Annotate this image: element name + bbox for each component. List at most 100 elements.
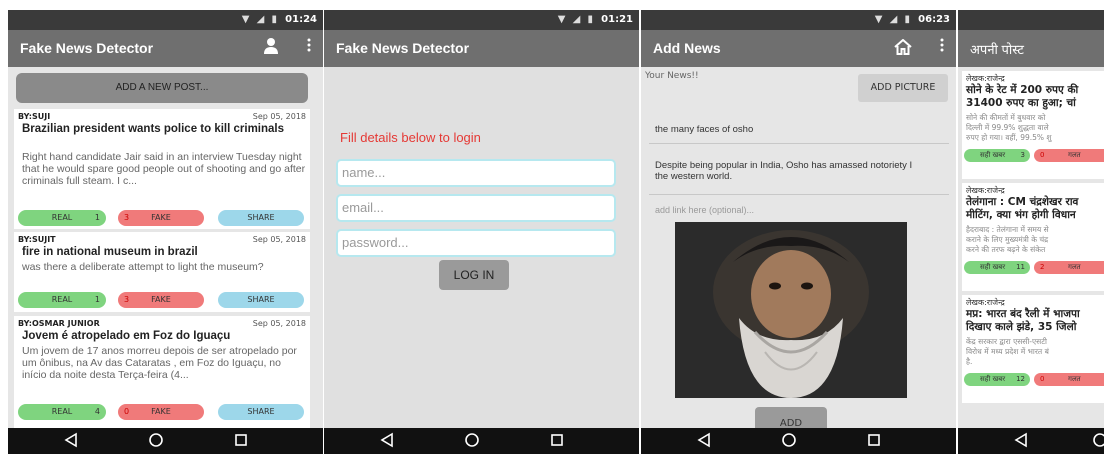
real-vote-button[interactable]: सही खबर 12 bbox=[964, 373, 1030, 386]
post-author: लेखक:राजेन्द्र bbox=[966, 186, 1005, 195]
add-picture-button[interactable]: ADD PICTURE bbox=[858, 74, 948, 102]
fake-vote-button[interactable]: 3 FAKE bbox=[118, 210, 204, 226]
login-content: Fill details below to login name... emai… bbox=[324, 67, 639, 428]
real-label: REAL bbox=[51, 407, 73, 416]
fake-label: गलत bbox=[1068, 151, 1081, 159]
post-headline: Brazilian president wants police to kill… bbox=[22, 123, 285, 135]
fake-label: FAKE bbox=[151, 213, 171, 222]
real-label: सही खबर bbox=[980, 375, 1006, 383]
post-headline-line2: मीटिंग, क्या भंग होगी विधान bbox=[966, 209, 1076, 221]
fake-label: गलत bbox=[1068, 263, 1081, 271]
feed-content: ADD A NEW POST... BY:SUJI Sep 05, 2018 B… bbox=[8, 67, 323, 428]
post-author: BY:SUJIT bbox=[18, 235, 56, 244]
link-input[interactable]: add link here (optional)... bbox=[655, 205, 937, 216]
real-count: 4 bbox=[94, 407, 100, 416]
status-time: 01:21 bbox=[601, 14, 633, 25]
phone-add-news: ▼ ◢ ▮ 06:23 Add News Your News!! ADD PIC… bbox=[641, 10, 956, 454]
nav-recents-icon[interactable] bbox=[550, 432, 564, 452]
fake-vote-button[interactable]: 0 गलत bbox=[1034, 373, 1104, 386]
post-date: Sep 05, 2018 bbox=[252, 235, 306, 244]
add-post-button[interactable]: ADD A NEW POST... bbox=[16, 73, 308, 103]
news-title-input[interactable]: the many faces of osho bbox=[655, 124, 937, 135]
status-bar: ▼ ◢ ▮ 01:21 bbox=[324, 10, 639, 30]
post-body-line2: कराने के लिए मुख्यमंत्री के चंद्र bbox=[966, 235, 1049, 244]
post-author: BY:OSMAR JUNIOR bbox=[18, 319, 100, 328]
system-nav-bar bbox=[8, 428, 323, 454]
fake-vote-button[interactable]: 0 FAKE bbox=[118, 404, 204, 420]
home-icon[interactable] bbox=[894, 38, 912, 59]
nav-back-icon[interactable] bbox=[64, 432, 78, 452]
app-title: Fake News Detector bbox=[336, 40, 470, 56]
real-vote-button[interactable]: सही खबर 3 bbox=[964, 149, 1030, 162]
name-field[interactable]: name... bbox=[336, 159, 616, 187]
add-news-content: Your News!! ADD PICTURE the many faces o… bbox=[641, 67, 956, 428]
real-vote-button[interactable]: REAL 1 bbox=[18, 292, 106, 308]
nav-recents-icon[interactable] bbox=[234, 432, 248, 452]
system-nav-bar bbox=[958, 428, 1104, 454]
post-body-line3: है. bbox=[966, 357, 973, 366]
news-description-input[interactable]: Despite being popular in India, Osho has… bbox=[655, 160, 915, 182]
nav-recents-icon[interactable] bbox=[867, 432, 881, 452]
person-icon[interactable] bbox=[263, 37, 279, 59]
portrait-image bbox=[675, 222, 907, 398]
news-card[interactable]: लेखक:राजेन्द्र मप्र: भारत बंद रैली में भ… bbox=[962, 295, 1104, 403]
real-vote-button[interactable]: REAL 1 bbox=[18, 210, 106, 226]
real-vote-button[interactable]: सही खबर 11 bbox=[964, 261, 1030, 274]
real-label: सही खबर bbox=[980, 151, 1006, 159]
email-field[interactable]: email... bbox=[336, 194, 616, 222]
fake-label: FAKE bbox=[151, 407, 171, 416]
real-label: REAL bbox=[51, 295, 73, 304]
app-title: Fake News Detector bbox=[20, 40, 154, 56]
post-headline: Jovem é atropelado em Foz do Iguaçu bbox=[22, 330, 231, 342]
post-body-line1: केंद्र सरकार द्वारा एससी-एसटी bbox=[966, 337, 1047, 346]
news-card[interactable]: BY:SUJIT Sep 05, 2018 fire in national m… bbox=[14, 232, 310, 312]
system-nav-bar bbox=[641, 428, 956, 454]
news-card[interactable]: BY:OSMAR JUNIOR Sep 05, 2018 Jovem é atr… bbox=[14, 316, 310, 428]
share-button[interactable]: SHARE bbox=[218, 292, 304, 308]
news-card[interactable]: BY:SUJI Sep 05, 2018 Brazilian president… bbox=[14, 109, 310, 229]
share-button[interactable]: SHARE bbox=[218, 210, 304, 226]
more-vert-icon[interactable] bbox=[940, 37, 944, 56]
phone-login: ▼ ◢ ▮ 01:21 Fake News Detector Fill deta… bbox=[324, 10, 639, 454]
post-date: Sep 05, 2018 bbox=[252, 112, 306, 121]
more-vert-icon[interactable] bbox=[307, 37, 311, 56]
password-field[interactable]: password... bbox=[336, 229, 616, 257]
share-label: SHARE bbox=[247, 407, 275, 416]
news-card[interactable]: लेखक:राजेन्द्र तेलंगाना : CM चंद्रशेखर र… bbox=[962, 183, 1104, 291]
real-count: 11 bbox=[1016, 263, 1025, 271]
login-button[interactable]: LOG IN bbox=[439, 260, 509, 290]
post-headline-line1: मप्र: भारत बंद रैली में भाजपा bbox=[966, 308, 1080, 320]
nav-home-icon[interactable] bbox=[1092, 432, 1104, 452]
nav-home-icon[interactable] bbox=[781, 432, 797, 452]
divider bbox=[649, 194, 949, 195]
news-card[interactable]: लेखक:राजेन्द्र सोने के रेट में 200 रुपए … bbox=[962, 71, 1104, 179]
post-body-line3: रुपए हो गया। वहीं, 99.5% शु bbox=[966, 133, 1052, 142]
post-author: लेखक:राजेन्द्र bbox=[966, 298, 1005, 307]
post-author: लेखक:राजेन्द्र bbox=[966, 74, 1005, 83]
news-picture bbox=[675, 222, 907, 398]
real-label: सही खबर bbox=[980, 263, 1006, 271]
nav-home-icon[interactable] bbox=[464, 432, 480, 452]
real-vote-button[interactable]: REAL 4 bbox=[18, 404, 106, 420]
post-headline-line1: तेलंगाना : CM चंद्रशेखर राव bbox=[966, 196, 1079, 208]
app-bar: Fake News Detector bbox=[8, 30, 323, 67]
nav-back-icon[interactable] bbox=[1014, 432, 1028, 452]
share-button[interactable]: SHARE bbox=[218, 404, 304, 420]
add-news-button[interactable]: ADD bbox=[755, 407, 827, 428]
real-count: 3 bbox=[1020, 151, 1025, 159]
post-headline-line2: दिखाए काले झंडे, 35 जिलो bbox=[966, 321, 1077, 333]
fake-vote-button[interactable]: 3 FAKE bbox=[118, 292, 204, 308]
nav-back-icon[interactable] bbox=[697, 432, 711, 452]
app-title: Add News bbox=[653, 40, 721, 56]
fake-vote-button[interactable]: 2 गलत bbox=[1034, 261, 1104, 274]
app-title: अपनी पोस्ट bbox=[970, 42, 1024, 57]
post-body-line2: विरोध में मध्य प्रदेश में भारत बं bbox=[966, 347, 1049, 356]
status-time: 01:24 bbox=[285, 14, 317, 25]
post-body-line1: सोने की कीमतों में बुधवार को bbox=[966, 113, 1046, 122]
nav-back-icon[interactable] bbox=[380, 432, 394, 452]
fake-vote-button[interactable]: 0 गलत bbox=[1034, 149, 1104, 162]
post-headline: fire in national museum in brazil bbox=[22, 246, 198, 258]
status-bar: ▼ ◢ ▮ 01:24 bbox=[8, 10, 323, 30]
nav-home-icon[interactable] bbox=[148, 432, 164, 452]
phone-my-posts: अपनी पोस्ट लेखक:राजेन्द्र सोने के रेट मे… bbox=[958, 10, 1104, 454]
